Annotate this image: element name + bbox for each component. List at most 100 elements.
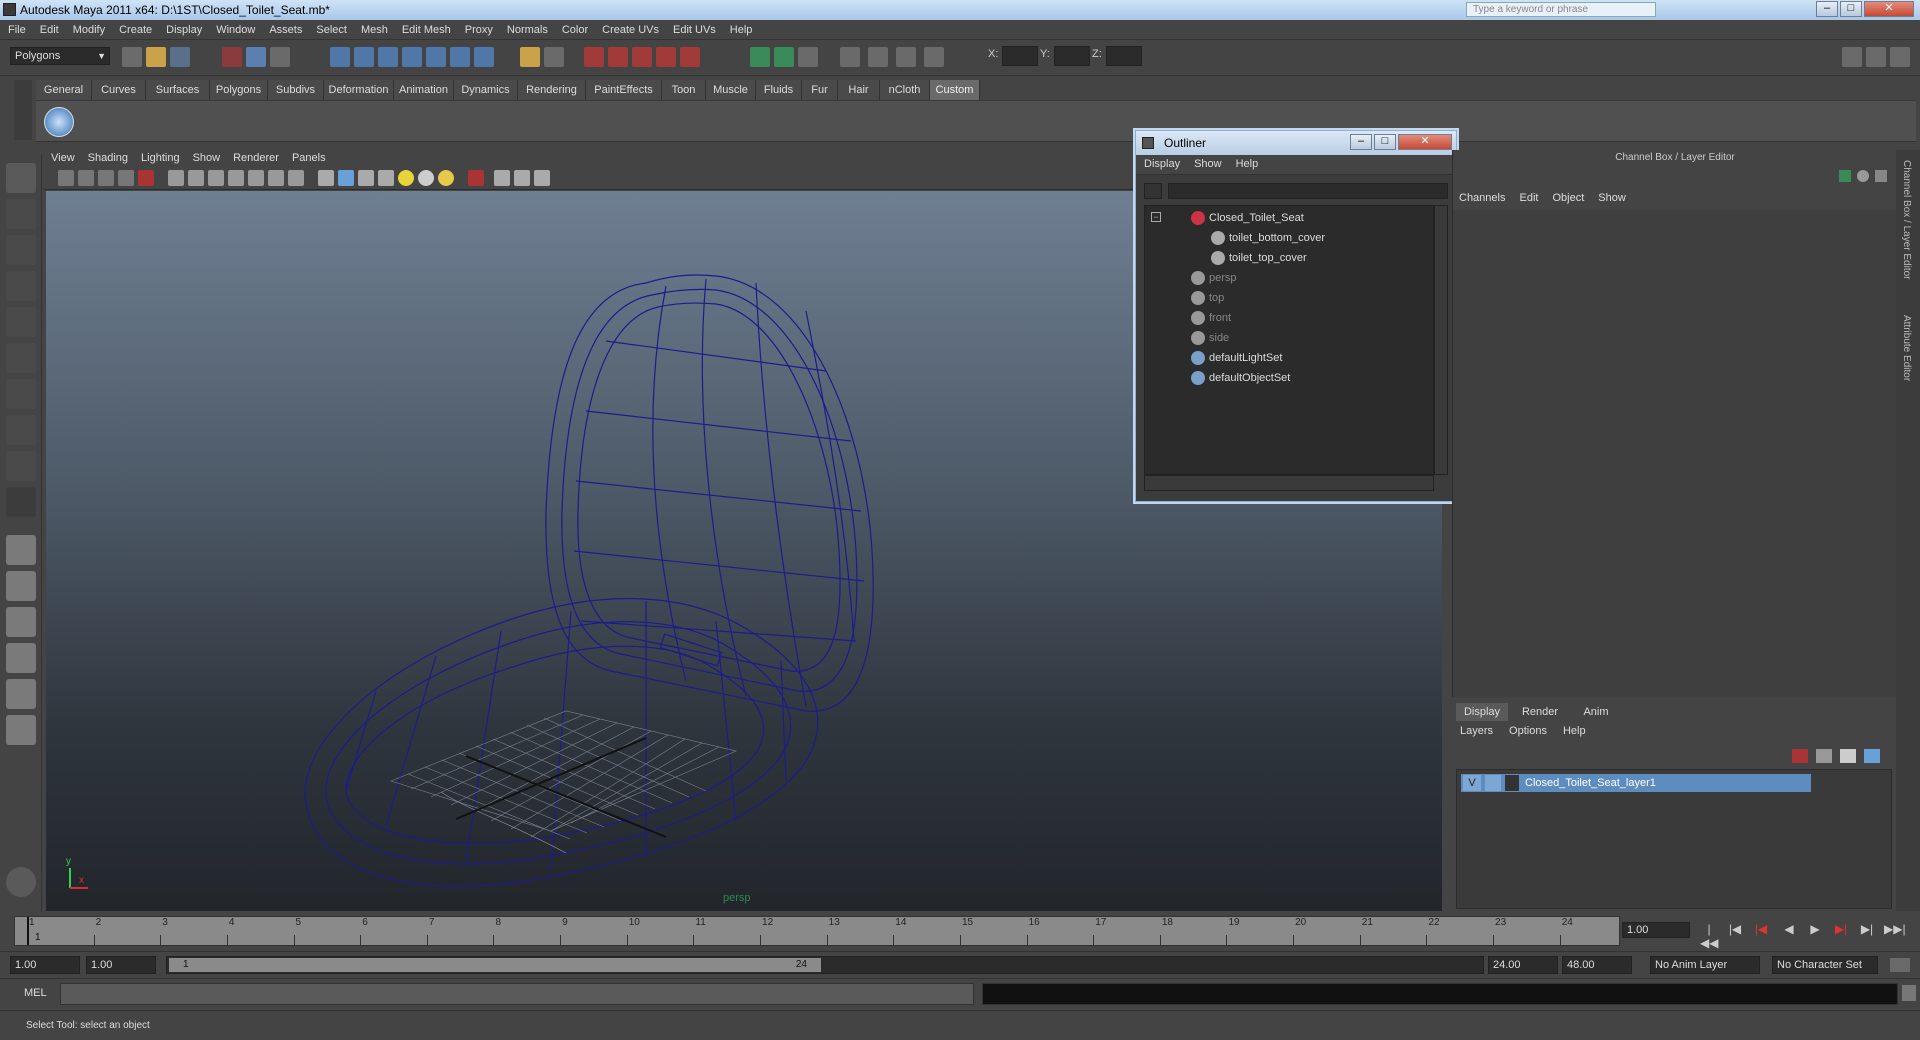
viewport-menu-show[interactable]: Show <box>186 150 227 164</box>
menu-help[interactable]: Help <box>722 20 759 36</box>
play-forwards-icon[interactable]: ▶ <box>1806 922 1824 938</box>
go-to-start-icon[interactable]: |◀◀ <box>1700 922 1718 950</box>
layout-single-icon[interactable] <box>6 535 36 565</box>
layer-visibility-toggle[interactable]: V <box>1463 775 1481 791</box>
selection-mask-icon[interactable] <box>544 47 564 67</box>
outliner-filter-input[interactable] <box>1168 183 1448 199</box>
layer-row[interactable]: V Closed_Toilet_Seat_layer1 <box>1461 774 1811 792</box>
anim-layer-selector[interactable]: No Anim Layer <box>1650 956 1760 974</box>
output-ops-icon[interactable] <box>774 47 794 67</box>
input-ops-icon[interactable] <box>750 47 770 67</box>
camera-attributes-icon[interactable] <box>58 170 74 186</box>
grid-toggle-icon[interactable] <box>168 170 184 186</box>
channel-box-toggle-icon[interactable] <box>1866 47 1886 67</box>
custom-shelf-checkmark-icon[interactable] <box>44 107 74 137</box>
expand-collapse-icon[interactable]: − <box>1151 212 1161 222</box>
universal-manip-icon[interactable] <box>6 379 36 409</box>
gate-mask-icon[interactable] <box>228 170 244 186</box>
menu-assets[interactable]: Assets <box>261 20 308 36</box>
playback-end-field[interactable]: 24.00 <box>1488 956 1558 974</box>
channel-box-side-tab[interactable]: Channel Box / Layer Editor <box>1901 160 1912 280</box>
shelf-tab-subdivs[interactable]: Subdivs <box>268 80 324 100</box>
channel-box-menu-show[interactable]: Show <box>1592 190 1634 204</box>
command-input[interactable] <box>60 983 974 1005</box>
z-field[interactable] <box>1106 46 1142 66</box>
ipr-render-icon[interactable] <box>632 47 652 67</box>
range-slider-bar[interactable]: 1 24 <box>166 956 1484 974</box>
channel-box-menu-object[interactable]: Object <box>1546 190 1592 204</box>
step-forward-key-icon[interactable]: ▶| <box>1858 922 1876 938</box>
script-icon[interactable] <box>868 47 888 67</box>
open-scene-icon[interactable] <box>146 47 166 67</box>
menu-display[interactable]: Display <box>158 20 208 36</box>
last-tool-icon[interactable] <box>6 487 36 517</box>
close-button[interactable]: ✕ <box>1864 1 1914 17</box>
layer-tab-render[interactable]: Render <box>1514 703 1566 721</box>
layout-graph-icon[interactable] <box>6 643 36 673</box>
animation-end-field[interactable]: 48.00 <box>1562 956 1632 974</box>
layer-editor-icon[interactable] <box>1857 170 1869 182</box>
shelf-tab-dynamics[interactable]: Dynamics <box>454 80 518 100</box>
grease-pencil-icon[interactable] <box>138 170 154 186</box>
layer-color-swatch[interactable] <box>1505 775 1519 791</box>
character-set-selector[interactable]: No Character Set <box>1772 956 1878 974</box>
move-tool-icon[interactable] <box>6 271 36 301</box>
go-to-end-icon[interactable]: ▶▶| <box>1884 922 1906 938</box>
channel-box-menu-channels[interactable]: Channels <box>1453 190 1513 204</box>
select-component-icon[interactable] <box>270 47 290 67</box>
menu-normals[interactable]: Normals <box>499 20 554 36</box>
hypershade-icon[interactable] <box>680 47 700 67</box>
menu-edit-mesh[interactable]: Edit Mesh <box>394 20 457 36</box>
film-gate-icon[interactable] <box>188 170 204 186</box>
image-plane-icon[interactable] <box>98 170 114 186</box>
auto-key-icon[interactable] <box>1890 958 1910 972</box>
layout-toggle-icon[interactable] <box>1842 47 1862 67</box>
safe-action-icon[interactable] <box>268 170 284 186</box>
construction-icon[interactable] <box>474 47 494 67</box>
menu-create[interactable]: Create <box>111 20 158 36</box>
layer-tab-anim[interactable]: Anim <box>1570 703 1622 721</box>
menu-edit[interactable]: Edit <box>32 20 65 36</box>
shelf-tab-hair[interactable]: Hair <box>838 80 880 100</box>
viewport-menu-lighting[interactable]: Lighting <box>134 150 186 164</box>
transform-field-icon[interactable] <box>798 47 818 67</box>
layout-hypershade-icon[interactable] <box>6 679 36 709</box>
shelf-tab-fluids[interactable]: Fluids <box>756 80 802 100</box>
outliner-item[interactable]: persp <box>1209 268 1237 288</box>
shelf-tab-painteffects[interactable]: PaintEffects <box>586 80 662 100</box>
current-time-marker[interactable] <box>27 917 29 945</box>
all-lights-icon[interactable] <box>418 170 434 186</box>
outliner-item[interactable]: defaultObjectSet <box>1209 368 1290 388</box>
step-back-key-icon[interactable]: |◀ <box>1726 922 1744 938</box>
lock-icon[interactable] <box>520 47 540 67</box>
layer-options-icon[interactable] <box>1840 749 1856 763</box>
wireframe-icon[interactable] <box>318 170 334 186</box>
textured-icon[interactable] <box>378 170 394 186</box>
y-field[interactable] <box>1054 46 1090 66</box>
two-d-pan-icon[interactable] <box>118 170 134 186</box>
current-frame-field[interactable]: 1.00 <box>1622 922 1690 938</box>
tool-settings-icon[interactable] <box>924 47 944 67</box>
layer-move-icon[interactable] <box>1864 749 1880 763</box>
save-scene-icon[interactable] <box>170 47 190 67</box>
outliner-item[interactable]: front <box>1209 308 1231 328</box>
outliner-maximize-button[interactable]: □ <box>1374 134 1396 150</box>
step-back-frame-icon[interactable]: |◀ <box>1752 922 1770 938</box>
snap-plane-icon[interactable] <box>402 47 422 67</box>
command-language-label[interactable]: MEL <box>24 987 47 999</box>
safe-title-icon[interactable] <box>288 170 304 186</box>
outliner-menu-help[interactable]: Help <box>1228 155 1265 170</box>
outliner-item[interactable]: Closed_Toilet_Seat <box>1209 208 1304 228</box>
paint-select-tool-icon[interactable] <box>6 235 36 265</box>
select-tool-icon[interactable] <box>6 163 36 193</box>
shelf-tab-rendering[interactable]: Rendering <box>518 80 586 100</box>
xray-joints-icon[interactable] <box>514 170 530 186</box>
backface-culling-icon[interactable] <box>534 170 550 186</box>
smooth-shade-icon[interactable] <box>338 170 354 186</box>
lasso-tool-icon[interactable] <box>6 199 36 229</box>
viewport-menu-view[interactable]: View <box>44 150 81 164</box>
attribute-icon[interactable] <box>896 47 916 67</box>
outliner-filter-icon[interactable] <box>1144 183 1162 199</box>
minimize-button[interactable]: – <box>1816 1 1838 17</box>
range-slider-handle[interactable]: 1 24 <box>169 958 821 972</box>
